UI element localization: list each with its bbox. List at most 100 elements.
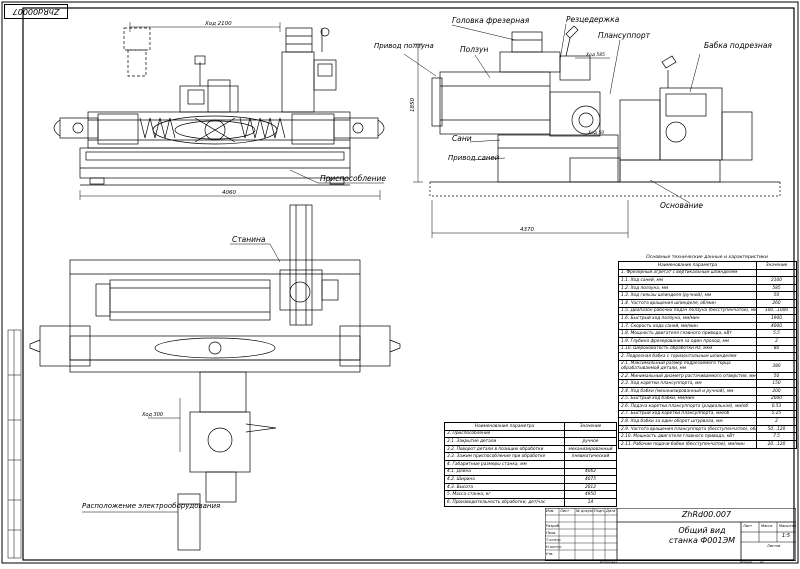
spec-row-name: 2.4. Ход бабки (механизированный и ручно… [618,386,757,396]
stamp-row-1: Лист [560,509,570,513]
spec-row-name: 2.3. Ход каретки плансуппорта, мм [618,379,757,388]
dim-travel-300: Ход 300 [141,412,163,418]
title-block: ZhRd00.007 Общий вид станка Ф001ЭМ Лист … [545,508,796,561]
dim-height-1850: 1850 [410,98,416,112]
param-row: 4.2. Ширина 4075 [444,475,617,484]
dim-travel-2100: Ход 2100 [204,21,232,27]
spec-row: 2.6. Подача каретки плансуппорта (радиал… [618,402,797,411]
spec-row-value: 200 [756,386,797,396]
spec-row-value: 20...120 [756,440,797,449]
spec-row-value: 50 [756,291,797,300]
spec-row: 1.10. Шероховатость обработки Rz, мкм 80 [618,344,797,354]
scale-label: Масштаб [779,524,797,528]
dim-travel-50: Ход 50 [587,130,604,136]
spec-row-value: 150 [756,379,797,388]
plan-view [29,204,401,551]
param-row-name: 4.3. Высота [444,482,565,492]
spec-row-name: 1.5. Диапазон рабочих подач ползуна (бес… [618,306,757,316]
spec-row: 2.1. Максимальный размер подрезаемого то… [618,359,797,373]
stamp-role-4: Утв. [546,552,554,556]
spec-row-name: 1.2. Ход ползуна, мм [618,283,757,293]
param-row-value: пневматический [564,452,617,461]
spec-row: 1.7. Скорость хода саней, мм/мин 4000 [618,321,797,331]
stamp-row-0: Изм. [546,509,555,513]
dim-length-4370: 4370 [520,227,534,233]
stamp-row-3: Подп. [594,509,605,513]
stamp-role-0: Разраб. [546,524,561,528]
param-row: 3.1. Закрытие детали ручное [444,437,617,446]
spec-row-name: 2.6. Подача каретки плансуппорта (радиал… [618,402,757,411]
spec-row-value: 50...120 [756,424,797,434]
spec-row-value [756,352,797,361]
param-row: 3. Приспособление [444,429,617,439]
param-row-name: 3. Приспособление [444,429,565,439]
sheet-label: Лист [743,524,753,528]
param-row-name: 4. Габаритные размеры станка, мм [444,459,565,469]
param-row-name: 3.3. Зажим приспособления при обработке [444,452,565,461]
stamp-row-2: № докум. [576,509,594,513]
spec-table-title: Основные технические данные и характерис… [646,255,768,260]
spec-row: 1.1. Ход саней, мм 2100 [618,276,797,285]
spec-row-value: 260 [756,298,797,308]
param-row-name: 6. Производительность обработки, дет/час [444,497,565,507]
param-table: Наименование параметра Значение 3. Присп… [444,422,617,507]
label-ram: Ползун [460,45,488,54]
param-row-value [564,459,617,469]
spec-row-value: 2000 [756,394,797,404]
margin-stamp [7,329,22,559]
param-row-name: 3.2. Поворот детали в позицию обработки [444,444,565,454]
spec-row-name: 2.10. Мощность двигателя главного привод… [618,432,757,442]
stamp-row-4: Дата [606,509,616,513]
spec-row-name: 1.6. Быстрый ход ползуна, мм/мин [618,314,757,323]
label-cutter-holder: Резцедержка [566,15,620,24]
spec-row-value: 2100 [756,276,797,285]
param-row-name: 5. Масса станка, кг [444,490,565,499]
spec-row-name: 1.8. Мощность двигателя главного привода… [618,329,757,338]
spec-row: 2.11. Рабочие подачи бабки (бесступенчат… [618,440,797,449]
param-row: 4. Габаритные размеры станка, мм [444,459,617,469]
spec-row-value [756,268,797,278]
param-table-body: Наименование параметра Значение 3. Присп… [444,422,617,507]
spec-row-value: 585 [756,283,797,293]
label-facing-head: Бабка подрезная [704,41,772,50]
spec-row-name: 2.5. Быстрый ход бабки, мм/мин [618,394,757,404]
param-row-name: 4.2. Ширина [444,475,565,484]
label-electro: Расположение электрооборудования [82,502,220,510]
dim-travel-585: Ход 585 [585,52,605,58]
param-row: 5. Масса станка, кг 4950 [444,490,617,499]
corner-code: ZhRd00007 [4,4,68,19]
param-row-value: 4062 [564,467,617,477]
mass-label: Масса [761,524,773,528]
spec-row-name: 1.1. Ход саней, мм [618,276,757,285]
param-row-name: 4.1. Длина [444,467,565,477]
param-row-value: 2012 [564,482,617,492]
drawing-sheet: Ход 2100 4060 Приспособление Головка фре… [0,0,800,565]
spec-row-value: 80 [756,344,797,354]
spec-row-name: 2.11. Рабочие подачи бабки (бесступенчат… [618,440,757,449]
param-row-value [564,429,617,439]
param-row-value: 4950 [564,490,617,499]
label-milling-head: Головка фрезерная [452,16,530,25]
param-row: 3.2. Поворот детали в позицию обработки м… [444,444,617,454]
spec-row-value: 1900 [756,314,797,323]
copied-label: Копировал [600,560,618,564]
param-row-value: механизированный [564,444,617,454]
spec-row: 2.7. Быстрый ход каретки плансуппорта, м… [618,409,797,419]
spec-row-value: 4000 [756,321,797,331]
spec-row-name: 1.4. Частота вращения шпинделя, об/мин [618,298,757,308]
label-fixture: Приспособление [320,174,386,183]
spec-row: 2.3. Ход каретки плансуппорта, мм 150 [618,379,797,388]
dim-width-4060: 4060 [222,190,236,196]
drawing-title: Общий вид станка Ф001ЭМ [668,526,736,545]
param-header-value: Значение [564,422,617,431]
spec-row-name: 2.2. Минимальный диаметр растачиваемого … [618,371,757,381]
sheets-label: Листов [767,544,781,548]
param-row: 4.1. Длина 4062 [444,467,617,477]
spec-row-value: 2 [756,336,797,346]
spec-row-value: 380 [756,359,797,373]
param-row: 6. Производительность обработки, дет/час… [444,497,617,507]
stamp-role-1: Пров. [546,531,557,535]
spec-row-name: 2. Подрезная бабка с горизонтальным шпин… [618,352,757,361]
spec-row: 2.5. Быстрый ход бабки, мм/мин 2000 [618,394,797,404]
spec-row-name: 1.10. Шероховатость обработки Rz, мкм [618,344,757,354]
